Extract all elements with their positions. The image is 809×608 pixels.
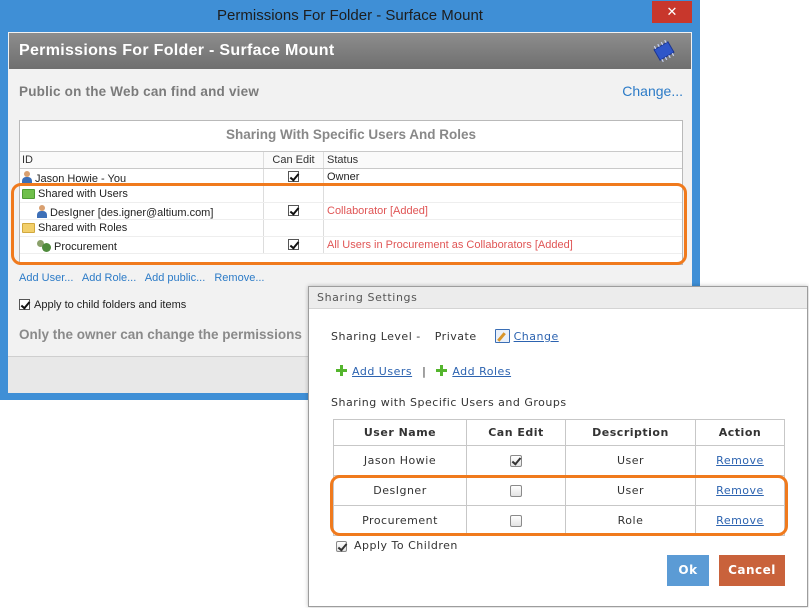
apply-to-children-label: Apply To Children [354, 539, 458, 552]
apply-children-option[interactable]: Apply to child folders and items [19, 297, 186, 311]
add-roles-link[interactable]: Add Roles [452, 365, 511, 378]
action-links: Add User... Add Role... Add public... Re… [19, 272, 271, 284]
remove-link[interactable]: Remove [716, 454, 764, 467]
table-row[interactable]: Shared with Users [20, 186, 682, 203]
sharing-users-table: User Name Can Edit Description Action Ja… [333, 419, 785, 536]
window-titlebar[interactable]: Sharing Settings [309, 287, 807, 309]
sharing-settings-window: Sharing Settings Sharing Level - Private… [308, 286, 808, 607]
window-title: Sharing Settings [317, 291, 418, 304]
edit-icon [494, 329, 510, 343]
row-id: Jason Howie - You [35, 173, 127, 185]
user-description: User [565, 475, 696, 506]
close-icon[interactable]: ✕ [652, 1, 692, 23]
table-header: User Name Can Edit Description Action [333, 419, 785, 446]
window-titlebar[interactable]: Permissions For Folder - Surface Mount ✕ [1, 1, 699, 32]
column-header-can-edit[interactable]: Can Edit [263, 152, 323, 168]
add-public-link[interactable]: Add public... [145, 272, 206, 284]
row-id: Procurement [54, 241, 117, 253]
can-edit-checkbox[interactable] [288, 171, 299, 182]
apply-children-label: Apply to child folders and items [34, 299, 187, 311]
column-header-user-name: User Name [333, 419, 467, 446]
remove-link[interactable]: Remove [716, 484, 764, 497]
owner-note: Only the owner can change the permission… [19, 327, 302, 342]
cancel-button[interactable]: Cancel [719, 555, 785, 586]
ok-button[interactable]: Ok [667, 555, 709, 586]
row-status: Owner [323, 169, 359, 185]
window-title: Permissions For Folder - Surface Mount [217, 7, 483, 24]
row-id: Shared with Roles [38, 222, 128, 234]
user-description: Role [565, 505, 696, 536]
column-header-action: Action [695, 419, 785, 446]
can-edit-checkbox[interactable] [510, 455, 522, 467]
table-row[interactable]: Procurement All Users in Procurement as … [20, 237, 682, 254]
remove-link[interactable]: Remove [716, 514, 764, 527]
add-role-link[interactable]: Add Role... [82, 272, 136, 284]
remove-link[interactable]: Remove... [214, 272, 264, 284]
row-id: Shared with Users [38, 188, 128, 200]
apply-to-children-option[interactable]: Apply To Children [336, 539, 458, 552]
folder-green-icon [22, 189, 35, 199]
column-header-status[interactable]: Status [323, 152, 682, 168]
sharing-level-label: Sharing Level - [331, 330, 421, 343]
add-users-button[interactable]: Add Users [336, 365, 412, 378]
user-name: DesIgner [333, 475, 467, 506]
user-description: User [565, 445, 696, 476]
can-edit-checkbox[interactable] [288, 205, 299, 216]
change-sharing-level[interactable]: Change [494, 329, 559, 343]
column-header-id[interactable]: ID [22, 154, 33, 166]
change-link[interactable]: Change [514, 330, 559, 343]
add-user-link[interactable]: Add User... [19, 272, 73, 284]
table-row[interactable]: Shared with Roles [20, 220, 682, 237]
add-roles-button[interactable]: Add Roles [436, 365, 511, 378]
sharing-panel: Sharing With Specific Users And Roles ID… [19, 120, 683, 265]
can-edit-checkbox[interactable] [510, 515, 522, 527]
role-icon [37, 239, 51, 252]
section-label: Sharing with Specific Users and Groups [331, 396, 567, 409]
link-separator: | [422, 365, 427, 378]
table-row: Jason Howie User Remove [333, 445, 785, 476]
table-header: ID Can Edit Status [20, 151, 682, 169]
chip-icon [653, 39, 675, 63]
sharing-level-value: Private [434, 330, 477, 343]
column-header-can-edit: Can Edit [466, 419, 566, 446]
table-row: Procurement Role Remove [333, 505, 785, 536]
add-users-link[interactable]: Add Users [352, 365, 412, 378]
apply-to-children-checkbox[interactable] [336, 540, 347, 552]
sharing-table: ID Can Edit Status Jason Howie - You Own… [20, 151, 682, 254]
folder-yellow-icon [22, 223, 35, 233]
row-id: DesIgner [des.igner@altium.com] [50, 207, 214, 219]
user-icon [22, 171, 32, 184]
sharing-panel-title: Sharing With Specific Users And Roles [226, 127, 476, 142]
can-edit-checkbox[interactable] [510, 485, 522, 497]
row-status: All Users in Procurement as Collaborator… [323, 237, 573, 253]
change-visibility-link[interactable]: Change... [622, 83, 683, 99]
user-name: Jason Howie [333, 445, 467, 476]
user-name: Procurement [333, 505, 467, 536]
plus-icon [336, 365, 347, 376]
dialog-header: Permissions For Folder - Surface Mount [9, 33, 691, 69]
plus-icon [436, 365, 448, 376]
column-header-description: Description [565, 419, 696, 446]
table-row[interactable]: Jason Howie - You Owner [20, 169, 682, 186]
table-row[interactable]: DesIgner [des.igner@altium.com] Collabor… [20, 203, 682, 220]
public-visibility-text: Public on the Web can find and view [19, 84, 260, 99]
user-icon [37, 205, 47, 218]
table-row: DesIgner User Remove [333, 475, 785, 506]
dialog-header-title: Permissions For Folder - Surface Mount [19, 42, 335, 59]
can-edit-checkbox[interactable] [288, 239, 299, 250]
row-status: Collaborator [Added] [323, 203, 428, 219]
apply-children-checkbox[interactable] [19, 299, 30, 310]
